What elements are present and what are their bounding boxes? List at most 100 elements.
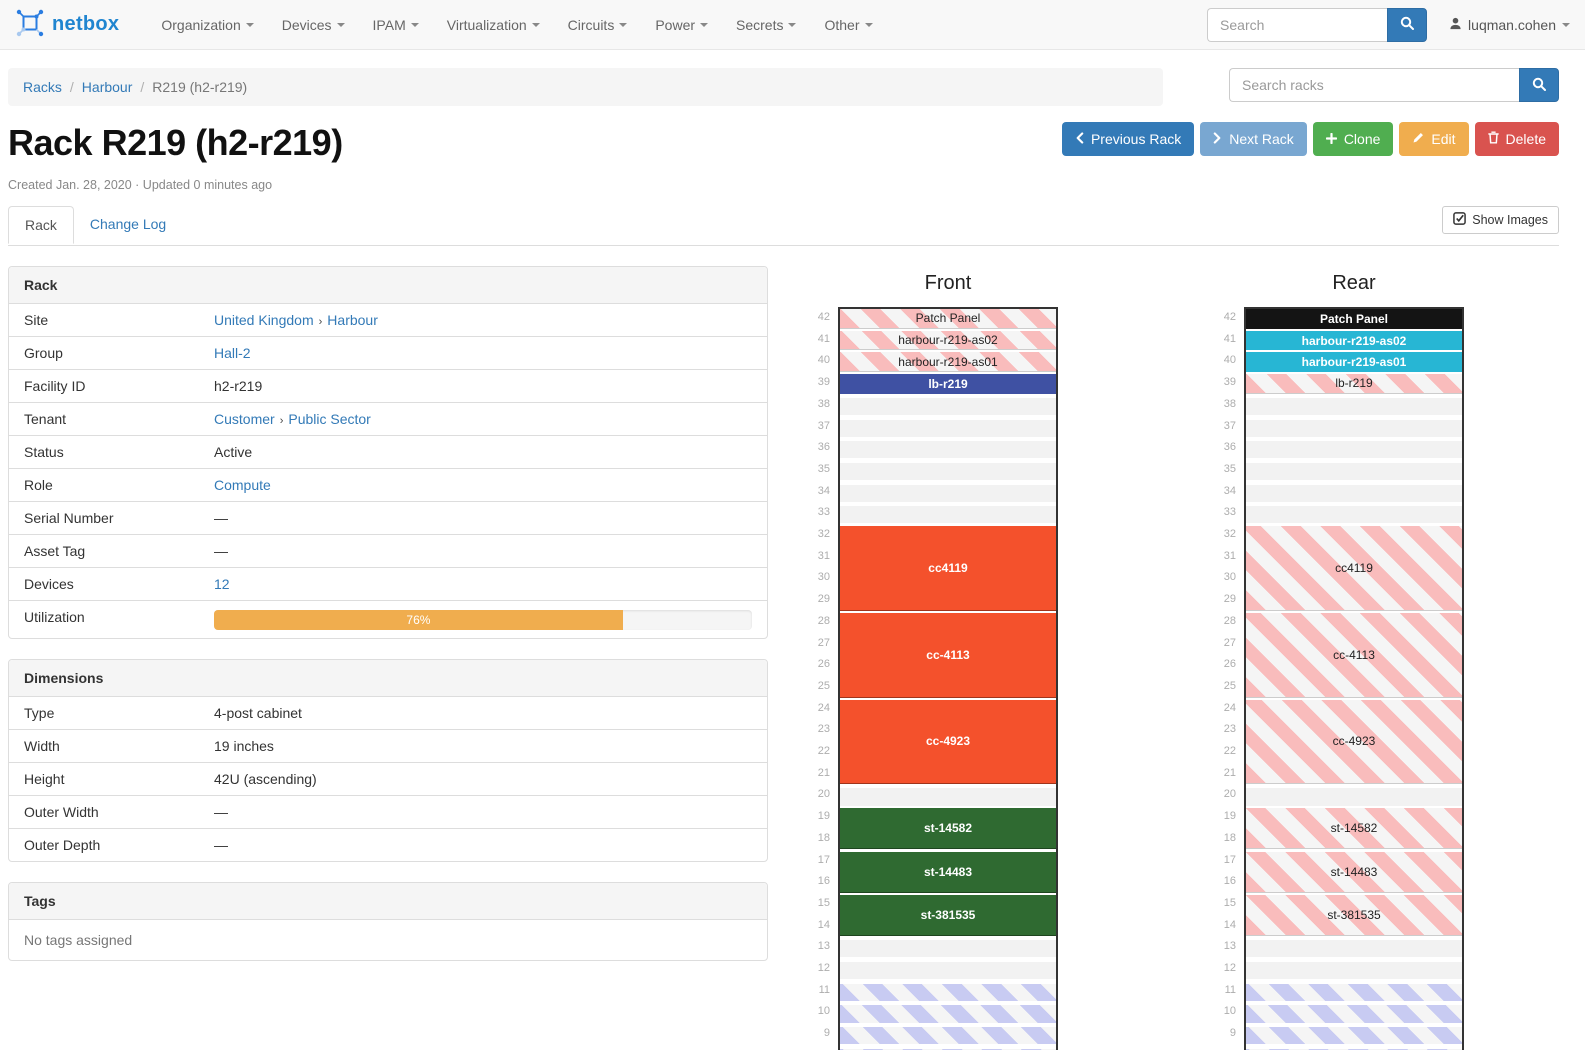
attribute-link[interactable]: Public Sector bbox=[288, 411, 370, 427]
rack-unit-empty[interactable] bbox=[840, 463, 1056, 480]
nav-menu-ipam[interactable]: IPAM bbox=[359, 0, 433, 50]
nav-menu-secrets[interactable]: Secrets bbox=[722, 0, 810, 50]
unit-number: 13 bbox=[1206, 936, 1236, 958]
rack-search-input[interactable] bbox=[1229, 68, 1519, 102]
rack-unit-device[interactable]: st-14582 bbox=[840, 808, 1056, 849]
attribute-row: Outer Depth— bbox=[9, 828, 767, 861]
rack-unit-empty[interactable] bbox=[840, 420, 1056, 437]
attribute-link[interactable]: United Kingdom bbox=[214, 312, 314, 328]
rack-unit-device[interactable]: cc-4923 bbox=[840, 700, 1056, 785]
nav-menu-other[interactable]: Other bbox=[810, 0, 886, 50]
rack-unit-reserved[interactable] bbox=[840, 984, 1056, 1001]
attribute-label: Height bbox=[9, 763, 214, 795]
rack-unit-device[interactable]: st-14483 bbox=[1246, 852, 1462, 893]
delete-button[interactable]: Delete bbox=[1475, 122, 1559, 156]
unit-number: 36 bbox=[800, 437, 830, 459]
breadcrumb-item: R219 (h2-r219) bbox=[152, 79, 247, 95]
attribute-link[interactable]: Hall-2 bbox=[214, 345, 251, 361]
rack-unit-empty[interactable] bbox=[1246, 788, 1462, 805]
netbox-brand[interactable]: netbox bbox=[15, 8, 119, 41]
rack-unit-reserved[interactable] bbox=[1246, 1027, 1462, 1044]
chevron-down-icon bbox=[411, 23, 419, 27]
rack-unit-empty[interactable] bbox=[840, 940, 1056, 957]
global-search-button[interactable] bbox=[1387, 8, 1427, 42]
rack-unit-empty[interactable] bbox=[840, 441, 1056, 458]
rack-unit-empty[interactable] bbox=[1246, 398, 1462, 415]
nav-menu-label: IPAM bbox=[373, 17, 406, 33]
rack-unit-device[interactable]: harbour-r219-as01 bbox=[1246, 352, 1462, 372]
rack-unit-device[interactable]: Patch Panel bbox=[1246, 309, 1462, 329]
rack-unit-device[interactable]: harbour-r219-as02 bbox=[1246, 331, 1462, 351]
tab-change-log[interactable]: Change Log bbox=[74, 206, 182, 243]
clone-button[interactable]: Clone bbox=[1313, 122, 1394, 156]
user-menu[interactable]: luqman.cohen bbox=[1449, 17, 1570, 33]
rack-unit-empty[interactable] bbox=[1246, 506, 1462, 523]
button-label: Previous Rack bbox=[1091, 131, 1181, 147]
chevron-down-icon bbox=[788, 23, 796, 27]
rack-unit-reserved[interactable] bbox=[840, 1005, 1056, 1022]
nav-menu-organization[interactable]: Organization bbox=[147, 0, 267, 50]
nav-menu-circuits[interactable]: Circuits bbox=[554, 0, 642, 50]
attribute-row: Utilization76% bbox=[9, 600, 767, 638]
rack-unit-empty[interactable] bbox=[1246, 441, 1462, 458]
rack-unit-empty[interactable] bbox=[1246, 420, 1462, 437]
breadcrumb-separator: / bbox=[140, 79, 144, 95]
attribute-row: Type4-post cabinet bbox=[9, 697, 767, 729]
rack-unit-device[interactable]: cc4119 bbox=[840, 526, 1056, 611]
rack-unit-empty[interactable] bbox=[840, 485, 1056, 502]
attribute-link[interactable]: 12 bbox=[214, 576, 230, 592]
rack-unit-device[interactable]: st-381535 bbox=[1246, 895, 1462, 936]
rack-unit-empty[interactable] bbox=[840, 506, 1056, 523]
unit-number: 31 bbox=[1206, 546, 1236, 568]
rack-search-button[interactable] bbox=[1519, 68, 1559, 102]
attribute-text: 42U (ascending) bbox=[214, 771, 317, 787]
rack-unit-device[interactable]: cc-4113 bbox=[840, 613, 1056, 698]
brand-text: netbox bbox=[52, 13, 119, 36]
rack-unit-device[interactable]: st-14582 bbox=[1246, 808, 1462, 849]
attribute-label: Group bbox=[9, 337, 214, 369]
rack-unit-empty[interactable] bbox=[840, 962, 1056, 979]
rack-unit-empty[interactable] bbox=[1246, 962, 1462, 979]
rack-unit-empty[interactable] bbox=[840, 788, 1056, 805]
nav-menu-power[interactable]: Power bbox=[641, 0, 722, 50]
next-rack-button[interactable]: Next Rack bbox=[1200, 122, 1307, 156]
rack-unit-device[interactable]: cc-4113 bbox=[1246, 613, 1462, 698]
global-search-input[interactable] bbox=[1207, 8, 1387, 42]
breadcrumb-link[interactable]: Harbour bbox=[82, 79, 133, 95]
show-images-button[interactable]: Show Images bbox=[1442, 206, 1559, 234]
attribute-label: Asset Tag bbox=[9, 535, 214, 567]
rack-unit-reserved[interactable] bbox=[840, 1027, 1056, 1044]
attribute-link[interactable]: Compute bbox=[214, 477, 271, 493]
attribute-row: Asset Tag— bbox=[9, 534, 767, 567]
breadcrumb-link[interactable]: Racks bbox=[23, 79, 62, 95]
rack-unit-empty[interactable] bbox=[1246, 940, 1462, 957]
rack-unit-reserved[interactable] bbox=[1246, 984, 1462, 1001]
attribute-link[interactable]: Customer bbox=[214, 411, 275, 427]
nav-menu-devices[interactable]: Devices bbox=[268, 0, 359, 50]
unit-number: 19 bbox=[800, 806, 830, 828]
nav-menu-virtualization[interactable]: Virtualization bbox=[433, 0, 554, 50]
rack-unit-device[interactable]: cc-4923 bbox=[1246, 700, 1462, 785]
rack-unit-empty[interactable] bbox=[1246, 485, 1462, 502]
unit-number: 29 bbox=[1206, 589, 1236, 611]
tab-bar: RackChange Log Show Images bbox=[8, 206, 1559, 246]
attribute-label: Serial Number bbox=[9, 502, 214, 534]
rack-unit-reserved[interactable] bbox=[1246, 1005, 1462, 1022]
rack-unit-device[interactable]: harbour-r219-as01 bbox=[840, 352, 1056, 372]
rack-unit-device[interactable]: cc4119 bbox=[1246, 526, 1462, 611]
rack-unit-device[interactable]: lb-r219 bbox=[840, 374, 1056, 394]
rack-unit-empty[interactable] bbox=[840, 398, 1056, 415]
tab-rack[interactable]: Rack bbox=[8, 206, 74, 244]
rack-unit-device[interactable]: harbour-r219-as02 bbox=[840, 331, 1056, 351]
attribute-value: 42U (ascending) bbox=[214, 763, 767, 795]
edit-button[interactable]: Edit bbox=[1399, 122, 1468, 156]
rack-unit-device[interactable]: st-14483 bbox=[840, 852, 1056, 893]
rack-unit-device[interactable]: lb-r219 bbox=[1246, 374, 1462, 394]
previous-rack-button[interactable]: Previous Rack bbox=[1062, 122, 1194, 156]
chevron-down-icon bbox=[700, 23, 708, 27]
rack-unit-empty[interactable] bbox=[1246, 463, 1462, 480]
rack-unit-device[interactable]: st-381535 bbox=[840, 895, 1056, 936]
attribute-link[interactable]: Harbour bbox=[327, 312, 378, 328]
nav-menu-label: Organization bbox=[161, 17, 240, 33]
rack-unit-device[interactable]: Patch Panel bbox=[840, 309, 1056, 329]
